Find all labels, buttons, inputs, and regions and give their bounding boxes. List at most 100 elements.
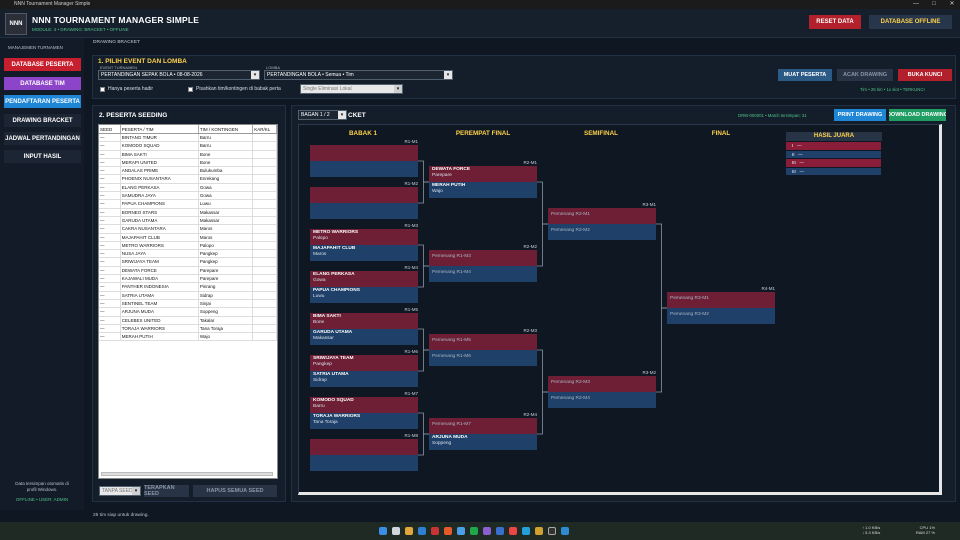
sidebar-item-database-peserta[interactable]: DATABASE PESERTA — [4, 58, 81, 71]
match-slot[interactable]: ARJUNA MUDA Soppeng — [429, 434, 537, 450]
bracket-match[interactable]: R1-M3 METRO WARRIORS Palopo MAJAPAHIT CLUB M… — [310, 223, 418, 261]
table-row[interactable]: — BINTANG TIMUR Barru — [99, 134, 278, 143]
hadir-checkbox[interactable]: Hanya peserta hadir — [100, 86, 153, 92]
table-row[interactable]: — KOMODO SQUAD Barru — [99, 142, 278, 151]
table-row[interactable]: — BORNEO STARS Makassar — [99, 208, 278, 217]
table-row[interactable]: — DEWATA FORCE Parepare — [99, 266, 278, 276]
event-select[interactable]: PERTANDINGAN SEPAK BOLA • 08-08-2026 ▾ — [98, 70, 260, 80]
table-row[interactable]: — PHOENIX NUSANTARA Enrekang — [99, 175, 278, 184]
match-slot[interactable]: SATRIA UTAMA Sidrap — [310, 371, 418, 387]
table-row[interactable]: — ANDALAS PRIME Bulukumba — [99, 167, 278, 176]
match-slot[interactable]: Pemenang R1-M5 — [429, 334, 537, 350]
match-slot[interactable]: ELANG PERKASA Gowa — [310, 271, 418, 287]
match-slot[interactable]: Pemenang R2-M2 — [548, 224, 656, 240]
match-slot[interactable]: TORAJA WARRIORS Tana Toraja — [310, 413, 418, 429]
terminal-icon[interactable] — [548, 527, 556, 535]
bracket-match[interactable]: R1-M8 — [310, 433, 418, 471]
table-row[interactable]: — PAPUA CHAMPIONS Luwu — [99, 200, 278, 209]
table-row[interactable]: — CAKRA NUSANTARA Maros — [99, 225, 278, 234]
bracket-match[interactable]: R1-M4 ELANG PERKASA Gowa PAPUA CHAMPIONS Luw… — [310, 265, 418, 303]
maximize-icon[interactable]: □ — [928, 0, 940, 9]
database-offline-button[interactable]: DATABASE OFFLINE — [869, 15, 952, 29]
bracket-match[interactable]: R1-M1 — [310, 139, 418, 177]
match-slot[interactable]: Pemenang R1-M6 — [429, 350, 537, 366]
table-row[interactable]: — SRIWIJAYA TEAM Pangkep — [99, 258, 278, 267]
sidebar-item-jadwal-pertandingan[interactable]: JADWAL PERTANDINGAN — [4, 132, 81, 145]
match-slot[interactable]: Pemenang R1-M4 — [429, 266, 537, 282]
table-row[interactable]: — KAJAWALI MUDA Parepare — [99, 275, 278, 284]
sidebar-item-pendaftaran-peserta[interactable]: PENDAFTARAN PESERTA — [4, 95, 81, 108]
table-row[interactable]: — METRO WARRIORS Palopo — [99, 241, 278, 251]
table-row[interactable]: — MERAPI UNITED Bone — [99, 158, 278, 168]
buka-kunci-button[interactable]: BUKA KUNCI — [898, 69, 952, 81]
print-drawing-button[interactable]: PRINT DRAWING — [834, 109, 886, 121]
table-row[interactable]: — MERAH PUTIH Wajo — [99, 333, 278, 342]
table-row[interactable]: — SENTINEL TEAM Sinjai — [99, 299, 278, 309]
table-row[interactable]: — SATRIA UTAMA Sidrap — [99, 291, 278, 300]
table-row[interactable]: — ARJUNA MUDA Soppeng — [99, 308, 278, 317]
match-slot[interactable]: SRIWIJAYA TEAM Pangkep — [310, 355, 418, 371]
sidebar-item-database-tim[interactable]: DATABASE TIM — [4, 77, 81, 90]
hapus-semua-seed-button[interactable]: HAPUS SEMUA SEED — [193, 485, 277, 497]
table-row[interactable]: — GARUDA UTAMA Makassar — [99, 216, 278, 226]
muat-peserta-button[interactable]: MUAT PESERTA — [778, 69, 832, 81]
table-row[interactable]: — BIMA SAKTI Bone — [99, 150, 278, 159]
bracket-match[interactable]: R2-M1 DEWATA FORCE Parepare MERAH PUTIH Wajo — [429, 160, 537, 198]
bracket-match[interactable]: R1-M6 SRIWIJAYA TEAM Pangkep SATRIA UTAMA Si… — [310, 349, 418, 387]
match-slot[interactable] — [310, 203, 418, 219]
bracket-match[interactable]: R1-M2 — [310, 181, 418, 219]
app-icon[interactable] — [431, 527, 439, 535]
match-slot[interactable]: BIMA SAKTI Bone — [310, 313, 418, 329]
table-row[interactable]: — PANTHER INDONESIA Pinrang — [99, 283, 278, 292]
bracket-canvas[interactable]: BABAK 1 PEREMPAT FINAL SEMIFINAL FINAL R… — [298, 124, 942, 495]
pisahkan-checkbox[interactable]: Pisahkan tim/kontingen di babak perta — [188, 86, 281, 92]
match-slot[interactable]: Pemenang R1-M7 — [429, 418, 537, 434]
bracket-match[interactable]: R2-M2 Pemenang R1-M3 Pemenang R1-M4 — [429, 244, 537, 282]
minimize-icon[interactable]: — — [910, 0, 922, 9]
horizontal-scrollbar[interactable] — [101, 472, 273, 476]
edge-icon[interactable] — [418, 527, 426, 535]
start-icon[interactable] — [379, 527, 387, 535]
bracket-match[interactable]: R2-M4 Pemenang R1-M7 ARJUNA MUDA Soppeng — [429, 412, 537, 450]
match-slot[interactable]: METRO WARRIORS Palopo — [310, 229, 418, 245]
match-slot[interactable]: Pemenang R2-M1 — [548, 208, 656, 224]
chrome-icon[interactable] — [509, 527, 517, 535]
match-slot[interactable] — [310, 455, 418, 471]
match-slot[interactable]: GARUDA UTAMA Makassar — [310, 329, 418, 345]
table-row[interactable]: — CELEBES UNITED Takalar — [99, 316, 278, 325]
search-icon[interactable] — [392, 527, 400, 535]
file-explorer-icon[interactable] — [405, 527, 413, 535]
table-row[interactable]: — MAJAPAHIT CLUB Maros — [99, 233, 278, 242]
office-icon[interactable] — [444, 527, 452, 535]
seed-select[interactable]: TANPA SEED ▾ — [99, 486, 141, 496]
table-row[interactable]: — SAMUDRA JAYA Gowa — [99, 192, 278, 201]
bracket-match[interactable]: R2-M3 Pemenang R1-M5 Pemenang R1-M6 — [429, 328, 537, 366]
word-icon[interactable] — [496, 527, 504, 535]
match-slot[interactable] — [310, 161, 418, 177]
vs-icon[interactable] — [483, 527, 491, 535]
seeding-table[interactable]: SEED PESERTA / TIM TIM / KONTINGEN KAR/K… — [98, 124, 278, 479]
bracket-match[interactable]: R3-M1 Pemenang R2-M1 Pemenang R2-M2 — [548, 202, 656, 240]
store-icon[interactable] — [457, 527, 465, 535]
match-slot[interactable]: MERAH PUTIH Wajo — [429, 182, 537, 198]
browser-icon[interactable] — [522, 527, 530, 535]
table-row[interactable]: — NUSA JAYA Pangkep — [99, 250, 278, 259]
bracket-match[interactable]: R4-M1 Pemenang R3-M1 Pemenang R3-M2 — [667, 286, 775, 324]
folder-icon[interactable] — [535, 527, 543, 535]
app2-icon[interactable] — [561, 527, 569, 535]
lomba-select[interactable]: PERTANDINGAN BOLA • Semua • Tim ▾ — [264, 70, 453, 80]
acak-drawing-button[interactable]: ACAK DRAWING — [837, 69, 893, 81]
reset-data-button[interactable]: RESET DATA — [809, 15, 861, 29]
match-slot[interactable]: Pemenang R2-M3 — [548, 376, 656, 392]
bagan-select[interactable]: BAGAN 1 / 2 ▾ — [298, 110, 347, 120]
table-row[interactable]: — ELANG PERKASA Gowa — [99, 183, 278, 193]
close-icon[interactable]: ✕ — [946, 0, 958, 9]
mode-select[interactable]: Single Eliminasi Lokal ▾ — [300, 84, 403, 94]
match-slot[interactable]: Pemenang R3-M1 — [667, 292, 775, 308]
table-row[interactable]: — TORAJA WARRIORS Tana Toraja — [99, 324, 278, 334]
match-slot[interactable]: PAPUA CHAMPIONS Luwu — [310, 287, 418, 303]
match-slot[interactable]: Pemenang R2-M4 — [548, 392, 656, 408]
sidebar-item-input-hasil[interactable]: INPUT HASIL — [4, 150, 81, 163]
terapkan-seed-button[interactable]: TERAPKAN SEED — [144, 485, 189, 497]
bracket-match[interactable]: R1-M7 KOMODO SQUAD Barru TORAJA WARRIORS Tan… — [310, 391, 418, 429]
